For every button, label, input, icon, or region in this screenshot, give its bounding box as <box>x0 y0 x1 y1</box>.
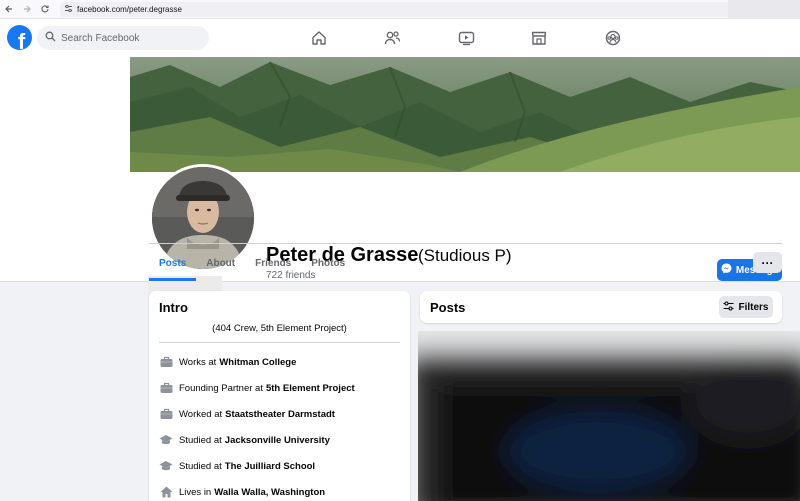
address-bar[interactable]: facebook.com/peter.degrasse <box>60 0 730 18</box>
tab-posts[interactable]: Posts <box>149 245 197 281</box>
back-icon[interactable] <box>0 0 18 19</box>
tab-photos[interactable]: Photos <box>301 245 355 281</box>
city-link[interactable]: Walla Walla, Washington <box>214 487 325 498</box>
groups-icon[interactable] <box>603 28 623 48</box>
post-media-blurred[interactable] <box>418 331 800 501</box>
site-settings-icon[interactable] <box>64 0 73 18</box>
filters-icon <box>723 301 734 314</box>
posts-header-card: Posts Filters <box>420 291 782 323</box>
reload-icon[interactable] <box>36 0 54 19</box>
workplace-link[interactable]: Staatstheater Darmstadt <box>225 409 335 420</box>
marketplace-icon[interactable] <box>529 28 549 48</box>
facebook-logo[interactable]: f <box>7 25 32 50</box>
browser-toolbar: facebook.com/peter.degrasse <box>0 0 800 19</box>
profile-tabs: Posts About Friends Photos <box>149 245 355 281</box>
intro-card: Intro (404 Crew, 5th Element Project) Wo… <box>149 291 410 501</box>
briefcase-icon <box>159 381 173 395</box>
home-icon[interactable] <box>309 28 329 48</box>
filters-button[interactable]: Filters <box>719 296 773 318</box>
school-link[interactable]: Jacksonville University <box>225 435 330 446</box>
intro-item-education: Studied at The Juilliard School <box>159 458 315 474</box>
filters-label: Filters <box>738 301 769 313</box>
intro-bio: (404 Crew, 5th Element Project) <box>212 323 347 334</box>
profile-alternate-name: (Studious P) <box>418 246 512 265</box>
intro-item-residence: Lives in Walla Walla, Washington <box>159 484 325 500</box>
intro-title: Intro <box>159 300 188 315</box>
profile-header: Peter de Grasse (Studious P) 722 friends… <box>0 57 800 295</box>
intro-divider <box>159 342 400 343</box>
search-input[interactable] <box>61 32 201 44</box>
intro-item-education: Studied at Jacksonville University <box>159 432 330 448</box>
more-options-button[interactable]: ··· <box>753 252 782 273</box>
graduation-cap-icon <box>159 459 173 473</box>
facebook-top-nav: f <box>0 19 800 57</box>
workplace-link[interactable]: Whitman College <box>219 357 296 368</box>
intro-item-work: Worked at Staatstheater Darmstadt <box>159 406 335 422</box>
watch-icon[interactable] <box>456 28 476 48</box>
search-icon <box>45 29 56 47</box>
tab-about[interactable]: About <box>196 245 245 281</box>
search-box[interactable] <box>37 26 209 50</box>
posts-title: Posts <box>430 300 466 315</box>
briefcase-icon <box>159 355 173 369</box>
url-text: facebook.com/peter.degrasse <box>77 4 182 14</box>
forward-icon[interactable] <box>18 0 36 19</box>
school-link[interactable]: The Juilliard School <box>225 461 315 472</box>
graduation-cap-icon <box>159 433 173 447</box>
intro-item-work: Founding Partner at 5th Element Project <box>159 380 355 396</box>
friends-icon[interactable] <box>382 28 402 48</box>
tab-friends[interactable]: Friends <box>245 245 301 281</box>
browser-toolbar-right <box>728 0 800 19</box>
workplace-link[interactable]: 5th Element Project <box>266 383 355 394</box>
cover-photo[interactable] <box>130 57 800 172</box>
home-icon <box>159 485 173 499</box>
briefcase-icon <box>159 407 173 421</box>
intro-item-work: Works at Whitman College <box>159 354 296 370</box>
messenger-icon <box>721 263 732 277</box>
tabs-divider <box>149 243 782 244</box>
